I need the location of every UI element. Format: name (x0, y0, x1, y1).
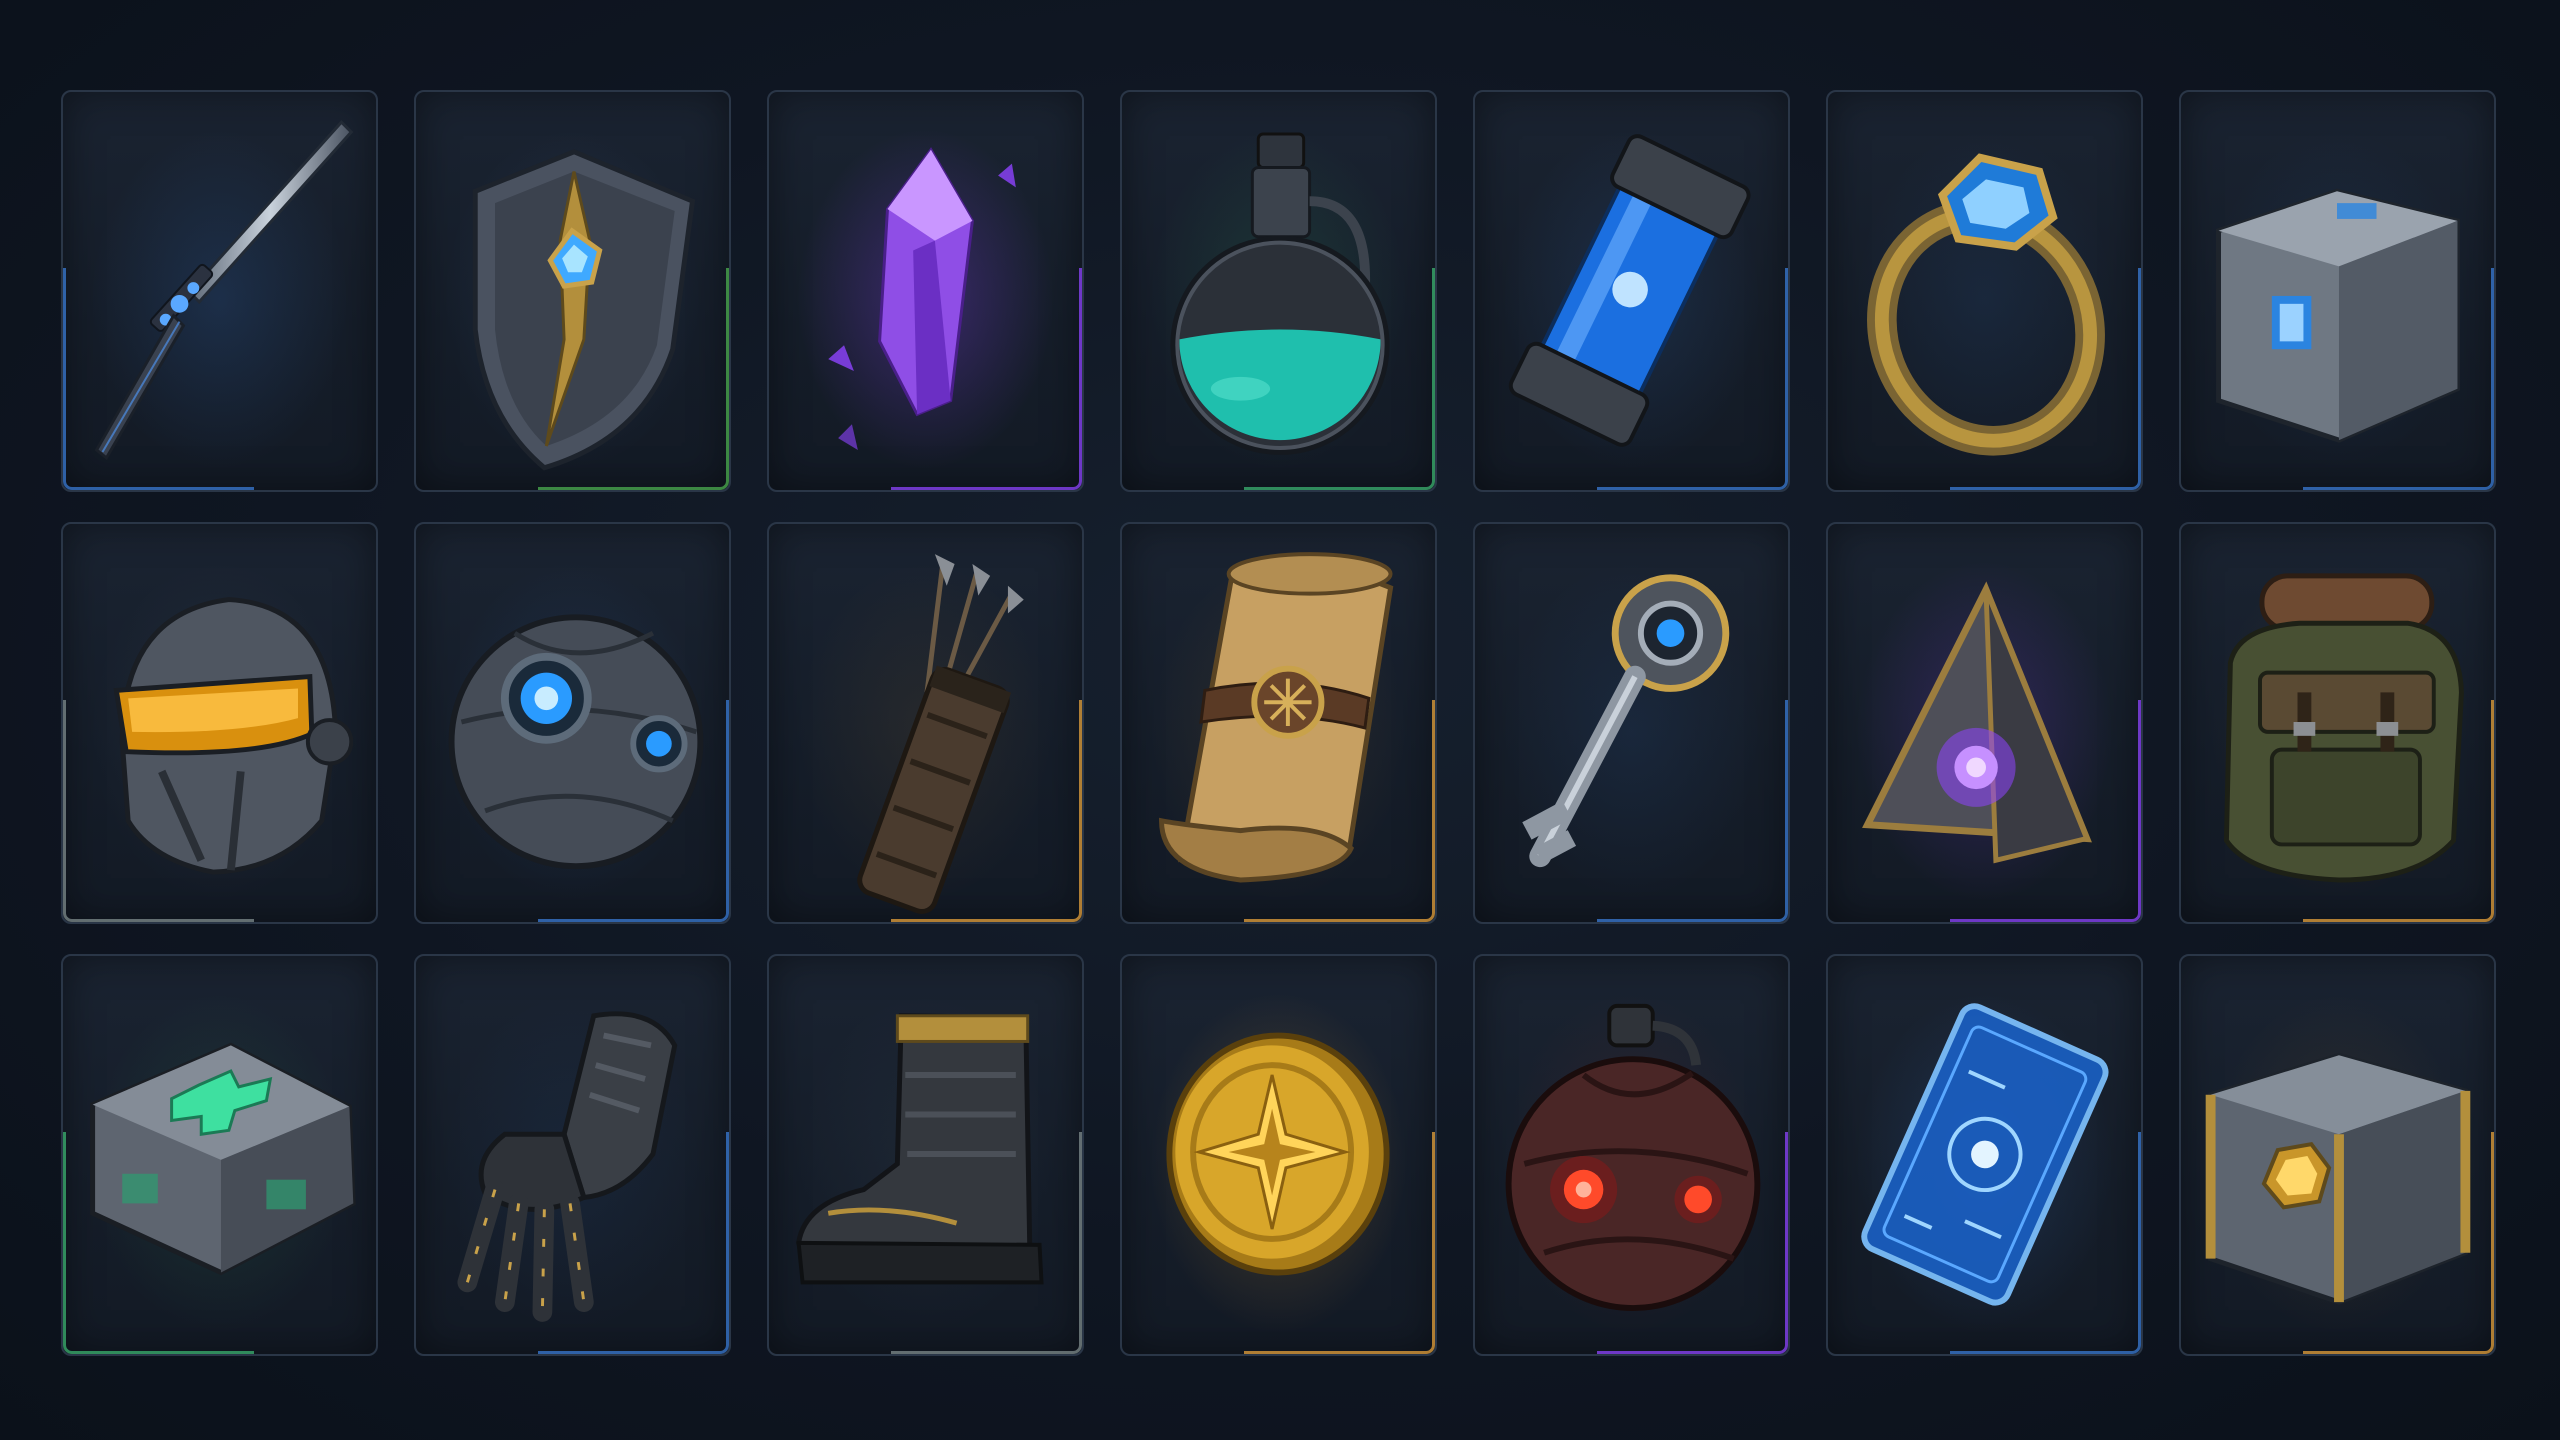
inventory-slot-potion[interactable] (1120, 90, 1437, 492)
inventory-slot-gold-crate[interactable] (2179, 954, 2496, 1356)
inventory-slot-scroll[interactable] (1120, 522, 1437, 924)
inventory-slot-orb[interactable] (414, 522, 731, 924)
inventory-slot-gauntlet[interactable] (414, 954, 731, 1356)
rarity-edge (538, 1132, 729, 1354)
inventory-slot-shield[interactable] (414, 90, 731, 492)
rarity-edge (1597, 1132, 1788, 1354)
inventory-slot-pyramid-artifact[interactable] (1826, 522, 2143, 924)
rarity-edge (1597, 700, 1788, 922)
rarity-edge (2303, 268, 2494, 490)
rarity-edge (63, 700, 254, 922)
rarity-edge (538, 700, 729, 922)
rarity-edge (63, 1132, 254, 1354)
inventory-slot-helmet[interactable] (61, 522, 378, 924)
rarity-edge (1244, 1132, 1435, 1354)
rarity-edge (538, 268, 729, 490)
inventory-slot-ring[interactable] (1826, 90, 2143, 492)
inventory-slot-sword[interactable] (61, 90, 378, 492)
inventory-slot-gold-coin[interactable] (1120, 954, 1437, 1356)
inventory-grid (61, 90, 2496, 1356)
inventory-slot-key[interactable] (1473, 522, 1790, 924)
inventory-slot-boot[interactable] (767, 954, 1084, 1356)
rarity-edge (1244, 700, 1435, 922)
rarity-edge (1950, 268, 2141, 490)
rarity-edge (1597, 268, 1788, 490)
rarity-edge (2303, 1132, 2494, 1354)
inventory-slot-tech-crate[interactable] (2179, 90, 2496, 492)
rarity-edge (891, 268, 1082, 490)
inventory-slot-backpack[interactable] (2179, 522, 2496, 924)
inventory-slot-grenade[interactable] (1473, 954, 1790, 1356)
inventory-slot-medkit[interactable] (61, 954, 378, 1356)
inventory-slot-holo-card[interactable] (1826, 954, 2143, 1356)
inventory-slot-quiver[interactable] (767, 522, 1084, 924)
rarity-edge (1950, 700, 2141, 922)
inventory-slot-energy-cell[interactable] (1473, 90, 1790, 492)
rarity-edge (1950, 1132, 2141, 1354)
rarity-edge (891, 700, 1082, 922)
inventory-slot-crystal[interactable] (767, 90, 1084, 492)
rarity-edge (1244, 268, 1435, 490)
rarity-edge (63, 268, 254, 490)
rarity-edge (891, 1132, 1082, 1354)
rarity-edge (2303, 700, 2494, 922)
